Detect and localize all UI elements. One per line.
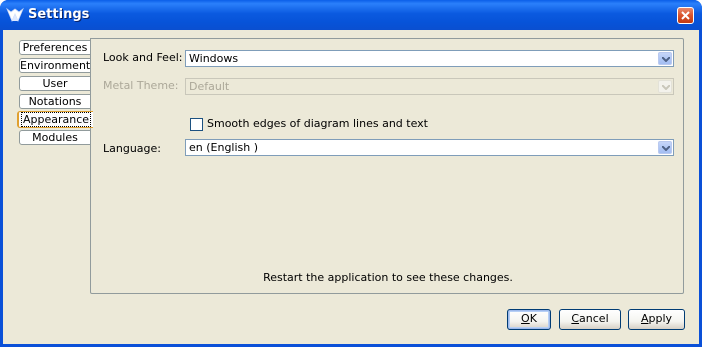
tab-appearance[interactable]: Appearance — [17, 111, 93, 128]
tab-label: User — [42, 77, 68, 90]
dropdown-arrow-icon — [662, 146, 670, 151]
cancel-button[interactable]: Cancel — [559, 309, 621, 330]
apply-label: pply — [648, 312, 673, 325]
cancel-label: ancel — [579, 312, 609, 325]
look-and-feel-label: Look and Feel: — [103, 51, 183, 64]
tab-user[interactable]: User — [19, 76, 91, 91]
cancel-mnemonic: C — [571, 312, 580, 325]
dropdown-arrow-button — [658, 80, 672, 93]
settings-window: Settings Preferences Environment User No… — [0, 0, 702, 347]
tab-environment[interactable]: Environment — [19, 58, 91, 73]
close-icon — [681, 11, 690, 20]
ok-button[interactable]: OK — [507, 309, 551, 330]
tab-label: Preferences — [22, 41, 88, 54]
tab-label: Modules — [32, 131, 78, 144]
metal-theme-value: Default — [189, 80, 230, 93]
tab-modules[interactable]: Modules — [19, 130, 91, 145]
dropdown-arrow-button[interactable] — [658, 141, 672, 154]
dialog-body: Preferences Environment User Notations A… — [3, 30, 699, 344]
apply-mnemonic: A — [640, 312, 649, 325]
tab-label: Notations — [28, 95, 82, 108]
apply-button[interactable]: Apply — [628, 309, 685, 330]
window-title: Settings — [28, 7, 90, 22]
look-and-feel-value: Windows — [189, 52, 239, 65]
dropdown-arrow-button[interactable] — [658, 52, 672, 65]
language-label: Language: — [103, 142, 161, 155]
close-button[interactable] — [677, 7, 694, 24]
tab-label: Environment — [20, 59, 91, 72]
tab-label: Appearance — [20, 112, 92, 127]
appearance-panel: Look and Feel: Windows Metal Theme: Defa… — [90, 38, 684, 294]
language-value: en (English ) — [189, 141, 259, 154]
ok-mnemonic: O — [521, 312, 530, 325]
metal-theme-select: Default — [185, 78, 674, 95]
title-bar[interactable]: Settings — [0, 0, 702, 30]
tab-notations[interactable]: Notations — [19, 94, 91, 109]
restart-note: Restart the application to see these cha… — [263, 271, 513, 284]
look-and-feel-select[interactable]: Windows — [185, 50, 674, 67]
dropdown-arrow-icon — [662, 85, 670, 90]
language-select[interactable]: en (English ) — [185, 139, 674, 156]
smooth-edges-label: Smooth edges of diagram lines and text — [207, 117, 428, 130]
dropdown-arrow-icon — [662, 57, 670, 62]
tab-preferences[interactable]: Preferences — [19, 40, 91, 55]
ok-label: K — [529, 312, 537, 325]
metal-theme-label: Metal Theme: — [103, 79, 179, 92]
app-logo-icon — [6, 7, 24, 23]
smooth-edges-checkbox[interactable] — [190, 118, 203, 131]
